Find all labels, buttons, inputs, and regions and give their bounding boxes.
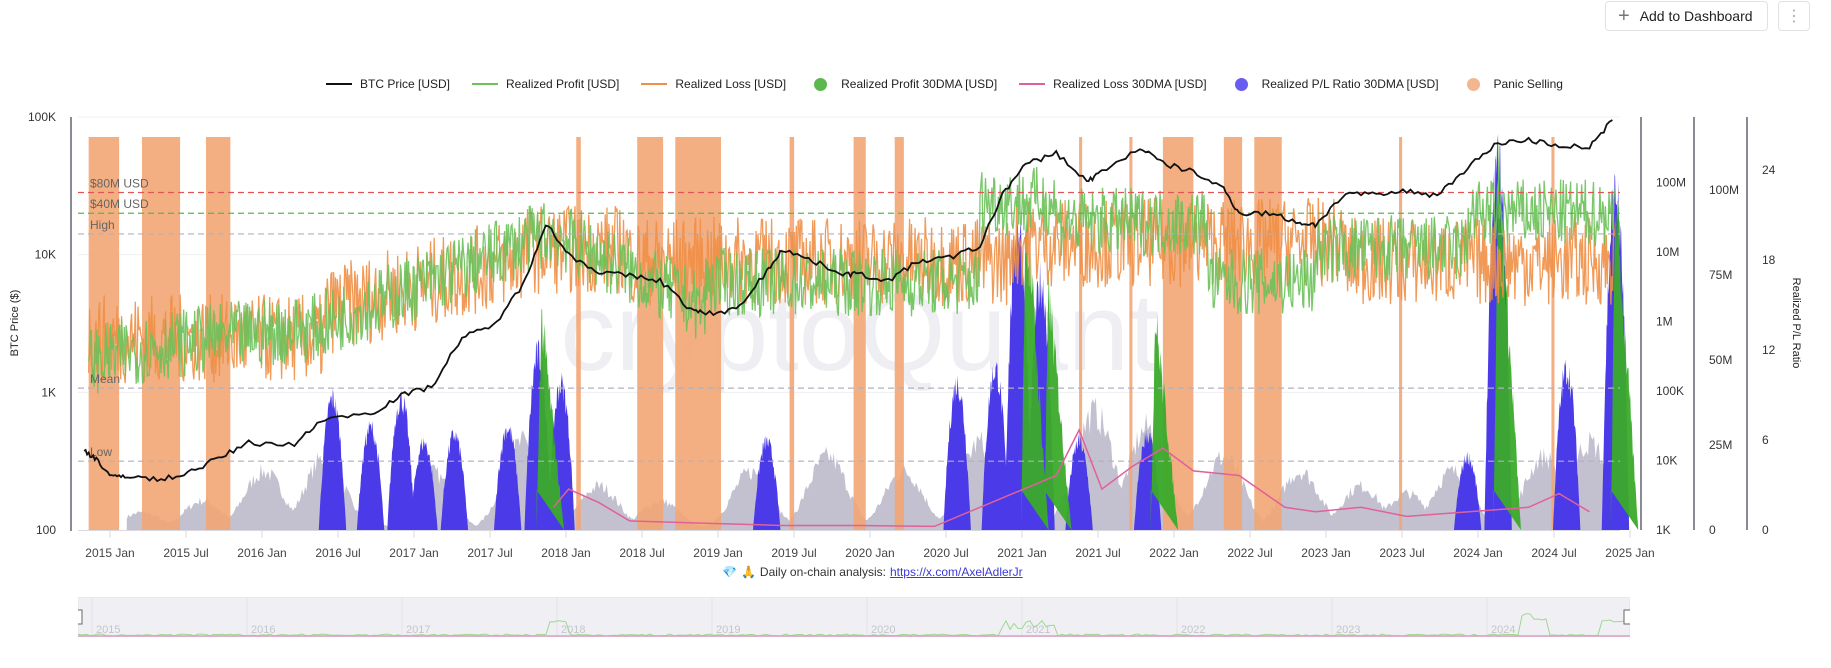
x-axis-tick: 2023 Jul: [1379, 546, 1424, 560]
left-axis-tick: 100K: [28, 110, 56, 124]
x-axis-tick: 2024 Jan: [1453, 546, 1502, 560]
right1-axis-tick: 1M: [1656, 315, 1673, 329]
right1-axis-tick: 100K: [1656, 384, 1684, 398]
navigator-year-label: 2022: [1181, 624, 1205, 636]
right2-axis-tick: 50M: [1709, 353, 1732, 367]
panic-selling-bar: [789, 137, 795, 530]
left-axis-tick: 1K: [41, 385, 56, 399]
panic-selling-bar: [1399, 137, 1403, 530]
panic-selling-bar: [675, 137, 722, 530]
right2-axis-tick: 0: [1709, 523, 1716, 537]
x-axis-tick: 2018 Jan: [541, 546, 590, 560]
x-axis-tick: 2024 Jul: [1531, 546, 1576, 560]
right2-axis-tick: 100M: [1709, 183, 1739, 197]
x-axis-tick: 2022 Jul: [1227, 546, 1272, 560]
chart-svg: cryptoQuant $80M USD$40M USDHighMeanLow …: [9, 110, 1802, 560]
left-axis-tick: 10K: [35, 248, 56, 262]
panic-selling-bar: [576, 137, 581, 530]
attribution: 💎 🙏 Daily on-chain analysis: https://x.c…: [722, 565, 1023, 579]
navigator-background: [78, 597, 1630, 637]
navigator-left-handle[interactable]: [78, 609, 83, 625]
x-axis-tick: 2015 Jul: [163, 546, 208, 560]
pl-ratio-peak: [387, 390, 415, 530]
panic-selling-bar: [637, 137, 664, 530]
navigator-year-label: 2016: [251, 624, 275, 636]
x-axis-tick: 2016 Jan: [237, 546, 286, 560]
navigator-year-label: 2020: [871, 624, 895, 636]
range-navigator[interactable]: 2015 2016 2017 2018 2019 2020 2021 2022 2023 2024: [78, 597, 1630, 637]
right2-axis-tick: 25M: [1709, 438, 1732, 452]
x-axis-tick: 2017 Jan: [389, 546, 438, 560]
x-axis-tick: 2021 Jan: [997, 546, 1046, 560]
x-axis-tick: 2015 Jan: [85, 546, 134, 560]
left-axis-tick: 100: [36, 523, 56, 537]
pl-ratio-peak: [943, 375, 971, 530]
pl-ratio-area: [126, 397, 1617, 530]
x-axis-tick: 2025 Jan: [1605, 546, 1654, 560]
panic-selling-bar: [1254, 137, 1282, 530]
right3-axis-tick: 0: [1762, 523, 1769, 537]
x-axis-tick: 2021 Jul: [1075, 546, 1120, 560]
x-axis-tick: 2019 Jan: [693, 546, 742, 560]
right3-axis-tick: 24: [1762, 163, 1776, 177]
right3-axis-title: Realized P/L Ratio: [1790, 278, 1802, 369]
right2-axis-tick: 75M: [1709, 268, 1732, 282]
reference-line-label: $80M USD: [90, 177, 149, 191]
x-axis-tick: 2023 Jan: [1301, 546, 1350, 560]
x-axis-tick: 2022 Jan: [1149, 546, 1198, 560]
reference-line-label: $40M USD: [90, 197, 149, 211]
pl-ratio-peak: [318, 388, 347, 530]
left-axis-title: BTC Price ($): [9, 290, 21, 357]
right1-axis-tick: 100M: [1656, 176, 1686, 190]
navigator-right-handle[interactable]: [1623, 609, 1630, 625]
pl-ratio-area-gray: [126, 397, 1617, 530]
x-axis-tick: 2020 Jan: [845, 546, 894, 560]
right3-axis-tick: 12: [1762, 343, 1776, 357]
right1-axis-tick: 1K: [1656, 523, 1671, 537]
right1-axis-tick: 10K: [1656, 454, 1677, 468]
x-axis-tick: 2018 Jul: [619, 546, 664, 560]
right3-axis-tick: 6: [1762, 433, 1769, 447]
profit-30dma-spike: [1610, 199, 1639, 531]
panic-selling-bar: [853, 137, 866, 530]
x-axis-tick: 2020 Jul: [923, 546, 968, 560]
x-axis-tick: 2019 Jul: [771, 546, 816, 560]
diamond-icon: 💎: [722, 565, 737, 579]
pl-ratio-peak: [356, 420, 385, 530]
x-axis-tick: 2016 Jul: [315, 546, 360, 560]
panic-selling-bar: [1223, 137, 1243, 530]
attribution-link[interactable]: https://x.com/AxelAdlerJr: [890, 565, 1023, 579]
right1-axis-tick: 10M: [1656, 245, 1679, 259]
x-axis-tick: 2017 Jul: [467, 546, 512, 560]
panic-selling-bar: [894, 137, 904, 530]
navigator-year-label: 2018: [561, 624, 585, 636]
attribution-prefix: Daily on-chain analysis:: [759, 565, 886, 579]
reference-line-label: High: [90, 218, 115, 232]
praying-person-icon: 🙏: [740, 565, 756, 579]
navigator-year-label: 2017: [406, 624, 430, 636]
navigator-year-label: 2019: [716, 624, 740, 636]
right3-axis-tick: 18: [1762, 253, 1776, 267]
reference-line-label: Mean: [90, 372, 120, 386]
